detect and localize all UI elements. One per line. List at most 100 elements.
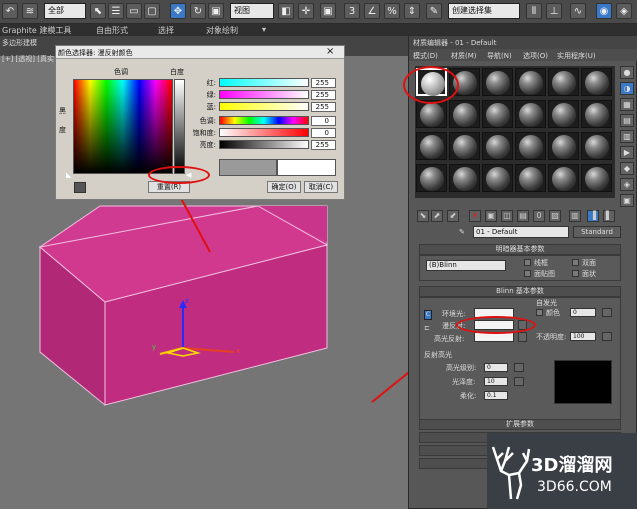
make-preview-icon[interactable]: ▶ — [620, 146, 634, 159]
sample-slot[interactable] — [581, 68, 612, 96]
sample-slot[interactable] — [548, 100, 579, 128]
sample-slot[interactable] — [416, 100, 447, 128]
soften-input[interactable]: 0.1 — [484, 391, 508, 400]
material-id-channel-icon[interactable]: 0 — [533, 210, 545, 222]
opacity-input[interactable]: 100 — [570, 332, 596, 341]
sample-slot[interactable] — [515, 68, 546, 96]
sample-slot[interactable] — [482, 132, 513, 160]
green-input[interactable]: 255 — [311, 90, 336, 100]
sample-type-icon[interactable]: ● — [620, 66, 634, 79]
self-illum-color-checkbox[interactable] — [536, 309, 543, 316]
reference-coordinate-dropdown[interactable]: 视图 — [230, 3, 274, 19]
material-editor-icon[interactable]: ◉ — [596, 3, 612, 19]
render-setup-icon[interactable]: ◈ — [616, 3, 632, 19]
pivot-center-icon[interactable]: ◧ — [278, 3, 294, 19]
options-icon[interactable]: ◆ — [620, 162, 634, 175]
shader-rollout-header[interactable]: 明暗器基本参数 — [419, 244, 621, 255]
reset-map-icon[interactable]: ✕ — [469, 210, 481, 222]
wire-checkbox[interactable] — [524, 259, 531, 266]
undo-icon[interactable]: ↶ — [2, 3, 18, 19]
shader-type-dropdown[interactable]: (B)Blinn — [426, 260, 506, 271]
select-by-name-icon[interactable]: ☰ — [108, 3, 124, 19]
make-unique-icon[interactable]: ◫ — [501, 210, 513, 222]
sample-slot[interactable] — [548, 68, 579, 96]
window-crossing-icon[interactable]: ▢ — [144, 3, 160, 19]
sample-slot[interactable] — [515, 132, 546, 160]
self-illum-map-button[interactable] — [602, 308, 612, 317]
value-slider[interactable] — [219, 140, 309, 149]
glossiness-map-button[interactable] — [514, 377, 524, 386]
edit-named-sets-icon[interactable]: ✎ — [426, 3, 442, 19]
tab-selection[interactable]: 选择 — [158, 25, 174, 36]
material-type-button[interactable]: Standard — [573, 226, 621, 238]
named-selection-set-dropdown[interactable]: 创建选择集 — [448, 3, 520, 19]
tab-graphite[interactable]: Graphite 建模工具 — [2, 25, 71, 36]
hue-blackness-field[interactable] — [73, 79, 173, 174]
sample-slot[interactable] — [416, 164, 447, 192]
material-name-field[interactable]: 01 - Default — [473, 226, 569, 238]
hue-marker-icon[interactable]: ◣ — [66, 171, 71, 179]
opacity-map-button[interactable] — [602, 332, 612, 341]
green-slider[interactable] — [219, 90, 309, 99]
align-icon[interactable]: ⊥ — [546, 3, 562, 19]
blue-input[interactable]: 255 — [311, 102, 336, 112]
blue-slider[interactable] — [219, 102, 309, 111]
mirror-icon[interactable]: ⫴ — [526, 3, 542, 19]
blinn-rollout-header[interactable]: Blinn 基本参数 — [419, 286, 621, 297]
background-icon[interactable]: ▦ — [620, 98, 634, 111]
lock-diffuse-specular-icon[interactable]: ⊏ — [424, 324, 430, 332]
tab-freeform[interactable]: 自由形式 — [96, 25, 128, 36]
eyedropper-icon[interactable] — [74, 182, 86, 193]
select-by-material-icon[interactable]: ◈ — [620, 178, 634, 191]
select-manipulate-icon[interactable]: ✛ — [298, 3, 314, 19]
specular-level-input[interactable]: 0 — [484, 363, 508, 372]
snap-toggle-icon[interactable]: 3 — [344, 3, 360, 19]
curve-editor-icon[interactable]: ∿ — [570, 3, 586, 19]
copy-material-icon[interactable]: ▣ — [485, 210, 497, 222]
tab-object-paint[interactable]: 对象绘制 — [206, 25, 238, 36]
backlight-icon[interactable]: ◑ — [620, 82, 634, 95]
color-picker-titlebar[interactable]: 颜色选择器: 漫反射颜色 × — [56, 46, 344, 59]
go-forward-sibling-icon[interactable]: ▌ — [603, 210, 615, 222]
faceted-checkbox[interactable] — [572, 270, 579, 277]
ok-button[interactable]: 确定(O) — [267, 181, 301, 193]
select-rotate-icon[interactable]: ↻ — [190, 3, 206, 19]
material-editor-titlebar[interactable]: 材质编辑器 - 01 - Default — [409, 36, 637, 49]
assign-to-selection-icon[interactable]: ⬋ — [447, 210, 459, 222]
hue-channel-slider[interactable] — [219, 116, 309, 125]
menu-mode[interactable]: 模式(D) — [413, 51, 438, 61]
hue-input[interactable]: 0 — [311, 116, 336, 126]
video-color-check-icon[interactable]: ▥ — [620, 130, 634, 143]
face-map-checkbox[interactable] — [524, 270, 531, 277]
selection-filter-dropdown[interactable]: 全部 — [44, 3, 86, 19]
redo-icon[interactable]: ≋ — [22, 3, 38, 19]
rect-region-icon[interactable]: ▭ — [126, 3, 142, 19]
keyboard-shortcut-icon[interactable]: ▣ — [320, 3, 336, 19]
pick-material-eyedropper-icon[interactable]: ✎ — [459, 228, 465, 236]
angle-snap-icon[interactable]: ∠ — [364, 3, 380, 19]
show-end-result-icon[interactable]: ▥ — [569, 210, 581, 222]
sample-slot[interactable] — [449, 164, 480, 192]
sample-slot[interactable] — [482, 164, 513, 192]
whiteness-slider[interactable] — [174, 79, 185, 174]
sample-slot[interactable] — [449, 100, 480, 128]
specular-level-map-button[interactable] — [514, 363, 524, 372]
sample-slot[interactable] — [416, 132, 447, 160]
red-input[interactable]: 255 — [311, 78, 336, 88]
sample-slot[interactable] — [581, 100, 612, 128]
menu-options[interactable]: 选项(O) — [523, 51, 548, 61]
saturation-slider[interactable] — [219, 128, 309, 137]
two-sided-checkbox[interactable] — [572, 259, 579, 266]
select-object-icon[interactable]: ⬉ — [90, 3, 106, 19]
uv-tiling-icon[interactable]: ▤ — [620, 114, 634, 127]
menu-navigation[interactable]: 导航(N) — [487, 51, 512, 61]
sample-slot[interactable] — [548, 132, 579, 160]
spinner-snap-icon[interactable]: ⇕ — [404, 3, 420, 19]
put-to-scene-icon[interactable]: ⬈ — [431, 210, 443, 222]
put-to-library-icon[interactable]: ▤ — [517, 210, 529, 222]
go-to-parent-icon[interactable]: ▐ — [587, 210, 599, 222]
specular-map-button[interactable] — [518, 332, 527, 342]
sample-slot[interactable] — [548, 164, 579, 192]
percent-snap-icon[interactable]: % — [384, 3, 400, 19]
sample-slot[interactable] — [581, 132, 612, 160]
